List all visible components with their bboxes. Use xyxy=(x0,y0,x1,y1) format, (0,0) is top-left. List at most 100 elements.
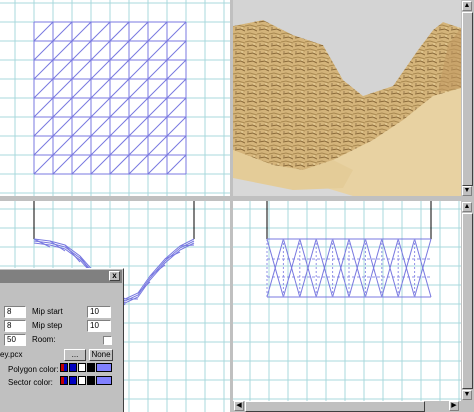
mesh-edge xyxy=(71,59,92,80)
browse-button[interactable]: ... xyxy=(64,349,86,361)
swatch-selected-color[interactable] xyxy=(96,363,112,372)
mesh-edge xyxy=(166,40,187,61)
mesh-edge xyxy=(71,21,92,42)
mesh-edge xyxy=(33,97,54,118)
mesh-edge xyxy=(166,116,187,137)
mesh-edge xyxy=(166,21,187,42)
polygon-color-label: Polygon color: xyxy=(8,365,59,374)
mesh-edge xyxy=(52,116,73,137)
mip-step-label: Mip step xyxy=(32,321,63,330)
mesh-edge xyxy=(128,21,149,42)
swatch-red-blue[interactable] xyxy=(60,363,68,372)
scroll-down-arrow-icon[interactable]: ▼ xyxy=(462,186,472,196)
viewport-3d[interactable] xyxy=(233,0,461,196)
room-checkbox[interactable] xyxy=(103,336,112,345)
mesh-edge xyxy=(166,78,187,99)
polygon-color-palette[interactable] xyxy=(60,363,112,374)
mesh-edge xyxy=(52,97,73,118)
viewport-side[interactable] xyxy=(233,201,461,401)
mip-start-label: Mip start xyxy=(32,307,63,316)
mesh-edge xyxy=(147,154,168,175)
vertical-scrollbar-3d[interactable]: ▲ ▼ xyxy=(461,0,474,198)
mesh-edge xyxy=(71,78,92,99)
mesh-edge xyxy=(166,59,187,80)
mesh-edge xyxy=(128,59,149,80)
mesh-edge xyxy=(90,40,111,61)
mesh-edge xyxy=(128,135,149,156)
mesh-edge xyxy=(109,154,130,175)
swatch-white[interactable] xyxy=(78,363,86,372)
close-icon[interactable]: x xyxy=(109,271,120,281)
mesh-edge xyxy=(52,78,73,99)
mesh-edge xyxy=(90,78,111,99)
swatch-selected-color[interactable] xyxy=(96,376,112,385)
swatch-blue[interactable] xyxy=(69,363,77,372)
mesh-edge xyxy=(90,97,111,118)
viewport-top-left[interactable] xyxy=(0,0,230,196)
mesh-edge xyxy=(166,97,187,118)
properties-panel[interactable]: x 8 Mip start 10 8 Mip step 10 50 Room: … xyxy=(0,268,124,412)
scroll-up-arrow-icon[interactable]: ▲ xyxy=(462,202,472,212)
mip-value-field-2[interactable]: 8 xyxy=(4,320,26,332)
panel-titlebar[interactable]: x xyxy=(0,270,122,283)
mesh-edge xyxy=(147,21,168,42)
mesh-edge xyxy=(147,59,168,80)
mesh-edge xyxy=(166,154,187,175)
mesh-edge xyxy=(33,135,54,156)
mesh-edge xyxy=(90,59,111,80)
scroll-thumb[interactable] xyxy=(462,213,473,389)
mesh-edge xyxy=(109,97,130,118)
mesh-edge xyxy=(109,59,130,80)
mesh-edge xyxy=(147,97,168,118)
mip-start-field[interactable]: 10 xyxy=(87,306,111,318)
vertical-scrollbar-side[interactable]: ▲ ▼ xyxy=(461,201,474,401)
scroll-thumb[interactable] xyxy=(245,401,425,412)
horizontal-scrollbar-side[interactable]: ◀ ▶ xyxy=(233,401,461,412)
scroll-left-arrow-icon[interactable]: ◀ xyxy=(234,401,244,411)
swatch-blue[interactable] xyxy=(69,376,77,385)
mesh-edge xyxy=(33,154,54,175)
mesh-edge xyxy=(128,116,149,137)
value-field-3[interactable]: 50 xyxy=(4,334,26,346)
swatch-white[interactable] xyxy=(78,376,86,385)
room-label: Room: xyxy=(32,335,56,344)
mesh-edge xyxy=(52,59,73,80)
mip-step-field[interactable]: 10 xyxy=(87,320,111,332)
mesh-edge xyxy=(147,135,168,156)
mesh-edge xyxy=(33,40,54,61)
mesh-edge xyxy=(166,135,187,156)
sector-color-palette[interactable] xyxy=(60,376,112,387)
mesh-edge xyxy=(109,40,130,61)
mesh-edge xyxy=(128,154,149,175)
scroll-up-arrow-icon[interactable]: ▲ xyxy=(462,1,472,11)
swatch-black[interactable] xyxy=(87,363,95,372)
3d-view-canvas[interactable] xyxy=(233,0,461,196)
mesh-edge xyxy=(33,21,54,42)
mesh-edge xyxy=(90,21,111,42)
scroll-down-arrow-icon[interactable]: ▼ xyxy=(462,390,472,400)
mesh-edge xyxy=(71,116,92,137)
scroll-right-arrow-icon[interactable]: ▶ xyxy=(449,401,459,411)
swatch-red-blue[interactable] xyxy=(60,376,68,385)
mesh-edge xyxy=(109,78,130,99)
mesh-edge xyxy=(33,116,54,137)
mesh-edge xyxy=(33,78,54,99)
mesh-edge xyxy=(71,154,92,175)
mesh-edge xyxy=(52,21,73,42)
mesh-edge xyxy=(90,135,111,156)
mesh-edge xyxy=(33,59,54,80)
mesh-edge xyxy=(71,40,92,61)
mesh-edge xyxy=(71,97,92,118)
none-button[interactable]: None xyxy=(89,349,113,361)
side-view-canvas[interactable] xyxy=(233,201,461,401)
mesh-edge xyxy=(128,78,149,99)
mesh-edge xyxy=(90,154,111,175)
mesh-edge xyxy=(128,40,149,61)
scrollbar-corner xyxy=(461,401,474,412)
mip-value-field-1[interactable]: 8 xyxy=(4,306,26,318)
swatch-black[interactable] xyxy=(87,376,95,385)
mesh-edge xyxy=(109,135,130,156)
scroll-thumb[interactable] xyxy=(462,12,473,186)
top-view-canvas[interactable] xyxy=(0,0,230,196)
mesh-edge xyxy=(149,264,166,277)
